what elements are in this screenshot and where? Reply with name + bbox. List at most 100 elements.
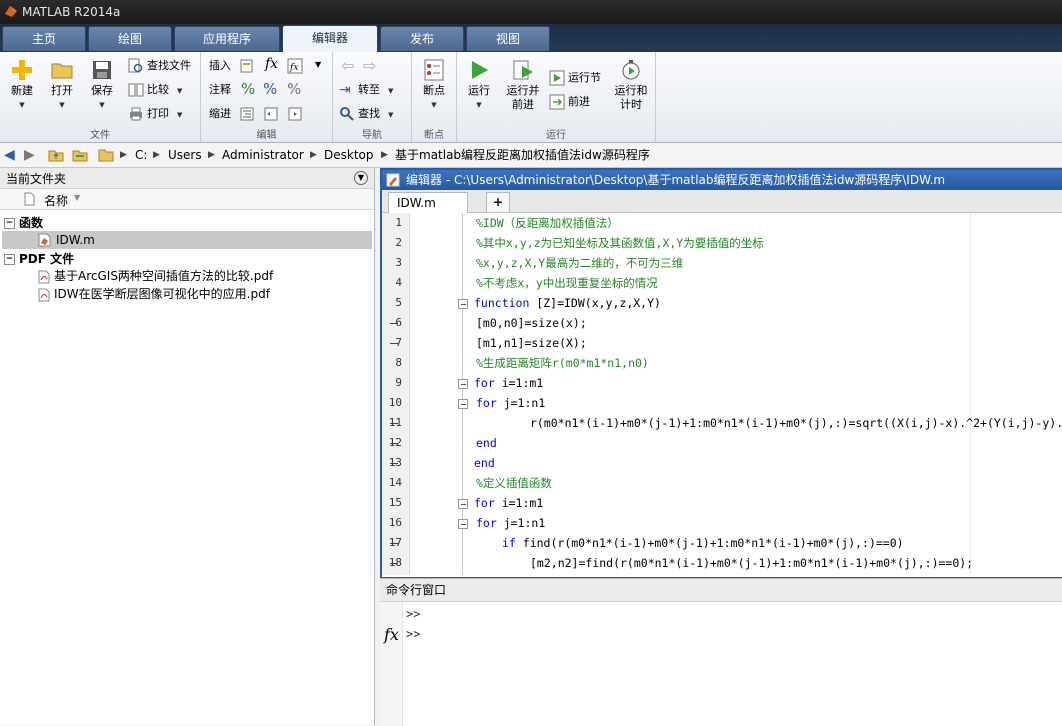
collapse-icon[interactable]: − xyxy=(4,254,15,265)
code-fold-toggle[interactable] xyxy=(458,499,468,509)
print-button[interactable]: 打印 ▼ xyxy=(128,104,182,124)
code-line[interactable]: %IDW（反距离加权插值法） xyxy=(476,213,619,233)
executable-line-marker[interactable] xyxy=(390,423,398,424)
run-label: 运行 xyxy=(468,84,490,97)
tab-plots[interactable]: 绘图 xyxy=(88,26,172,51)
name-column-header[interactable]: 名称 ▼ xyxy=(0,189,374,210)
run-and-time-button[interactable]: 运行和 计时 xyxy=(609,52,653,112)
save-button[interactable]: 保存 ▼ xyxy=(82,52,122,112)
group-functions[interactable]: − 函数 xyxy=(4,214,43,232)
name-column-label: 名称 xyxy=(44,194,69,208)
executable-line-marker[interactable] xyxy=(390,343,398,344)
new-tab-button[interactable]: + xyxy=(486,192,510,212)
breadcrumb-administrator[interactable]: Administrator xyxy=(222,147,304,163)
fx-icon[interactable]: fx xyxy=(265,56,278,72)
find-button[interactable]: 查找 ▼ xyxy=(339,104,393,124)
code-line[interactable]: end xyxy=(476,433,497,453)
code-fold-toggle[interactable] xyxy=(458,299,468,309)
code-line[interactable]: for j=1:n1 xyxy=(476,513,545,533)
run-button[interactable]: 运行 ▼ xyxy=(459,52,499,112)
code-line[interactable]: r(m0*n1*(i-1)+m0*(j-1)+1:m0*n1*(i-1)+m0*… xyxy=(530,413,1062,433)
uncomment-icon[interactable]: % xyxy=(263,80,277,98)
tab-home[interactable]: 主页 xyxy=(2,26,86,51)
tab-publish[interactable]: 发布 xyxy=(380,26,464,51)
breadcrumb-drive[interactable]: C: xyxy=(135,147,147,163)
comment-button[interactable]: 注释 xyxy=(209,80,231,100)
breadcrumb-project-folder[interactable]: 基于matlab编程反距离加权插值法idw源码程序 xyxy=(395,147,650,163)
panel-menu-icon[interactable]: ▼ xyxy=(354,171,368,185)
function-browser-icon[interactable]: fx xyxy=(384,625,399,644)
code-line[interactable]: for j=1:n1 xyxy=(476,393,545,413)
file-item-pdf-2[interactable]: IDW在医学断层图像可视化中的应用.pdf xyxy=(38,285,270,303)
code-line[interactable]: for i=1:m1 xyxy=(474,493,543,513)
insert-function-icon[interactable]: fx xyxy=(287,58,303,74)
breakpoints-button[interactable]: 断点 ▼ xyxy=(414,52,454,112)
code-line[interactable]: %定义插值函数 xyxy=(476,473,552,493)
edit-group-label: 编辑 xyxy=(256,130,277,141)
collapse-icon[interactable]: − xyxy=(4,218,15,229)
code-editor-area[interactable]: %IDW（反距离加权插值法） %其中x,y,z为已知坐标及其函数值,X,Y为要插值… xyxy=(410,213,1062,575)
stopwatch-icon xyxy=(622,60,640,80)
code-line[interactable]: [m0,n0]=size(x); xyxy=(476,313,587,333)
executable-line-marker[interactable] xyxy=(390,463,398,464)
executable-line-marker[interactable] xyxy=(390,323,398,324)
file-item-idw-m[interactable]: IDW.m xyxy=(2,231,372,249)
decrease-indent-icon[interactable] xyxy=(287,106,303,122)
increase-indent-icon[interactable] xyxy=(263,106,279,122)
forward-arrow-icon[interactable]: ⇨ xyxy=(363,56,376,75)
forward-icon[interactable]: ▶ xyxy=(24,147,40,163)
back-arrow-icon[interactable]: ⇦ xyxy=(341,56,354,75)
insert-button[interactable]: 插入 xyxy=(209,56,231,76)
tab-editor[interactable]: 编辑器 xyxy=(282,25,378,53)
executable-line-marker[interactable] xyxy=(390,443,398,444)
code-line[interactable]: [m2,n2]=find(r(m0*n1*(i-1)+m0*(j-1)+1:m0… xyxy=(530,553,973,573)
tab-view[interactable]: 视图 xyxy=(466,26,550,51)
code-fold-toggle[interactable] xyxy=(458,379,468,389)
back-icon[interactable]: ◀ xyxy=(4,147,20,163)
executable-line-marker[interactable] xyxy=(390,543,398,544)
code-line[interactable]: %其中x,y,z为已知坐标及其函数值,X,Y为要插值的坐标 xyxy=(476,233,764,253)
code-line[interactable]: %生成距离矩阵r(m0*m1*n1,n0) xyxy=(476,353,649,373)
line-number: 8 xyxy=(395,356,402,369)
insert-section-icon[interactable] xyxy=(239,58,255,74)
code-line[interactable]: %不考虑x，y中出现重复坐标的情况 xyxy=(476,273,658,293)
open-button[interactable]: 打开 ▼ xyxy=(42,52,82,112)
command-prompt-input[interactable]: >> xyxy=(406,627,420,641)
compare-button[interactable]: 比较 ▼ xyxy=(128,80,182,100)
command-window: 命令行窗口 >> fx >> xyxy=(380,578,1062,726)
code-line[interactable]: end xyxy=(474,453,495,473)
smart-indent-icon[interactable] xyxy=(239,106,255,122)
new-label: 新建 xyxy=(11,84,33,97)
browse-folder-icon[interactable] xyxy=(72,147,88,163)
run-and-advance-button[interactable]: 运行并 前进 xyxy=(501,52,545,112)
indent-button[interactable]: 缩进 xyxy=(209,104,231,124)
file-item-pdf-1[interactable]: 基于ArcGIS两种空间插值方法的比较.pdf xyxy=(38,267,273,285)
group-functions-label: 函数 xyxy=(19,216,44,230)
editor-tab-idw-m[interactable]: IDW.m xyxy=(388,192,468,213)
code-line[interactable]: for i=1:m1 xyxy=(474,373,543,393)
code-line[interactable]: [m1,n1]=size(X); xyxy=(476,333,587,353)
find-files-button[interactable]: 查找文件 xyxy=(128,56,191,76)
new-button[interactable]: 新建 ▼ xyxy=(2,52,42,112)
group-pdf-files[interactable]: − PDF 文件 xyxy=(4,250,74,268)
code-fold-toggle[interactable] xyxy=(458,519,468,529)
line-number: 9 xyxy=(395,376,402,389)
run-section-button[interactable]: 运行节 xyxy=(549,68,601,88)
insert-dropdown-icon[interactable]: ▼ xyxy=(315,60,321,69)
code-line[interactable]: %x,y,z,X,Y最高为二维的，不可为三维 xyxy=(476,253,683,273)
executable-line-marker[interactable] xyxy=(390,563,398,564)
code-fold-toggle[interactable] xyxy=(458,399,468,409)
tab-apps[interactable]: 应用程序 xyxy=(174,26,280,51)
wrap-comment-icon[interactable]: % xyxy=(287,80,301,98)
breadcrumb-separator: ▶ xyxy=(153,150,160,160)
code-line[interactable]: if find(r(m0*n1*(i-1)+m0*(j-1)+1:m0*n1*(… xyxy=(502,533,904,553)
advance-button[interactable]: 前进 xyxy=(549,92,590,112)
up-folder-icon[interactable] xyxy=(48,147,64,163)
advance-icon xyxy=(549,94,565,110)
goto-button[interactable]: ⇥ 转至 ▼ xyxy=(339,80,393,100)
comment-label: 注释 xyxy=(209,83,231,96)
code-line[interactable]: function [Z]=IDW(x,y,z,X,Y) xyxy=(474,293,661,313)
breadcrumb-desktop[interactable]: Desktop xyxy=(324,147,374,163)
breadcrumb-users[interactable]: Users xyxy=(168,147,202,163)
percent-comment-icon[interactable]: % xyxy=(241,80,255,98)
